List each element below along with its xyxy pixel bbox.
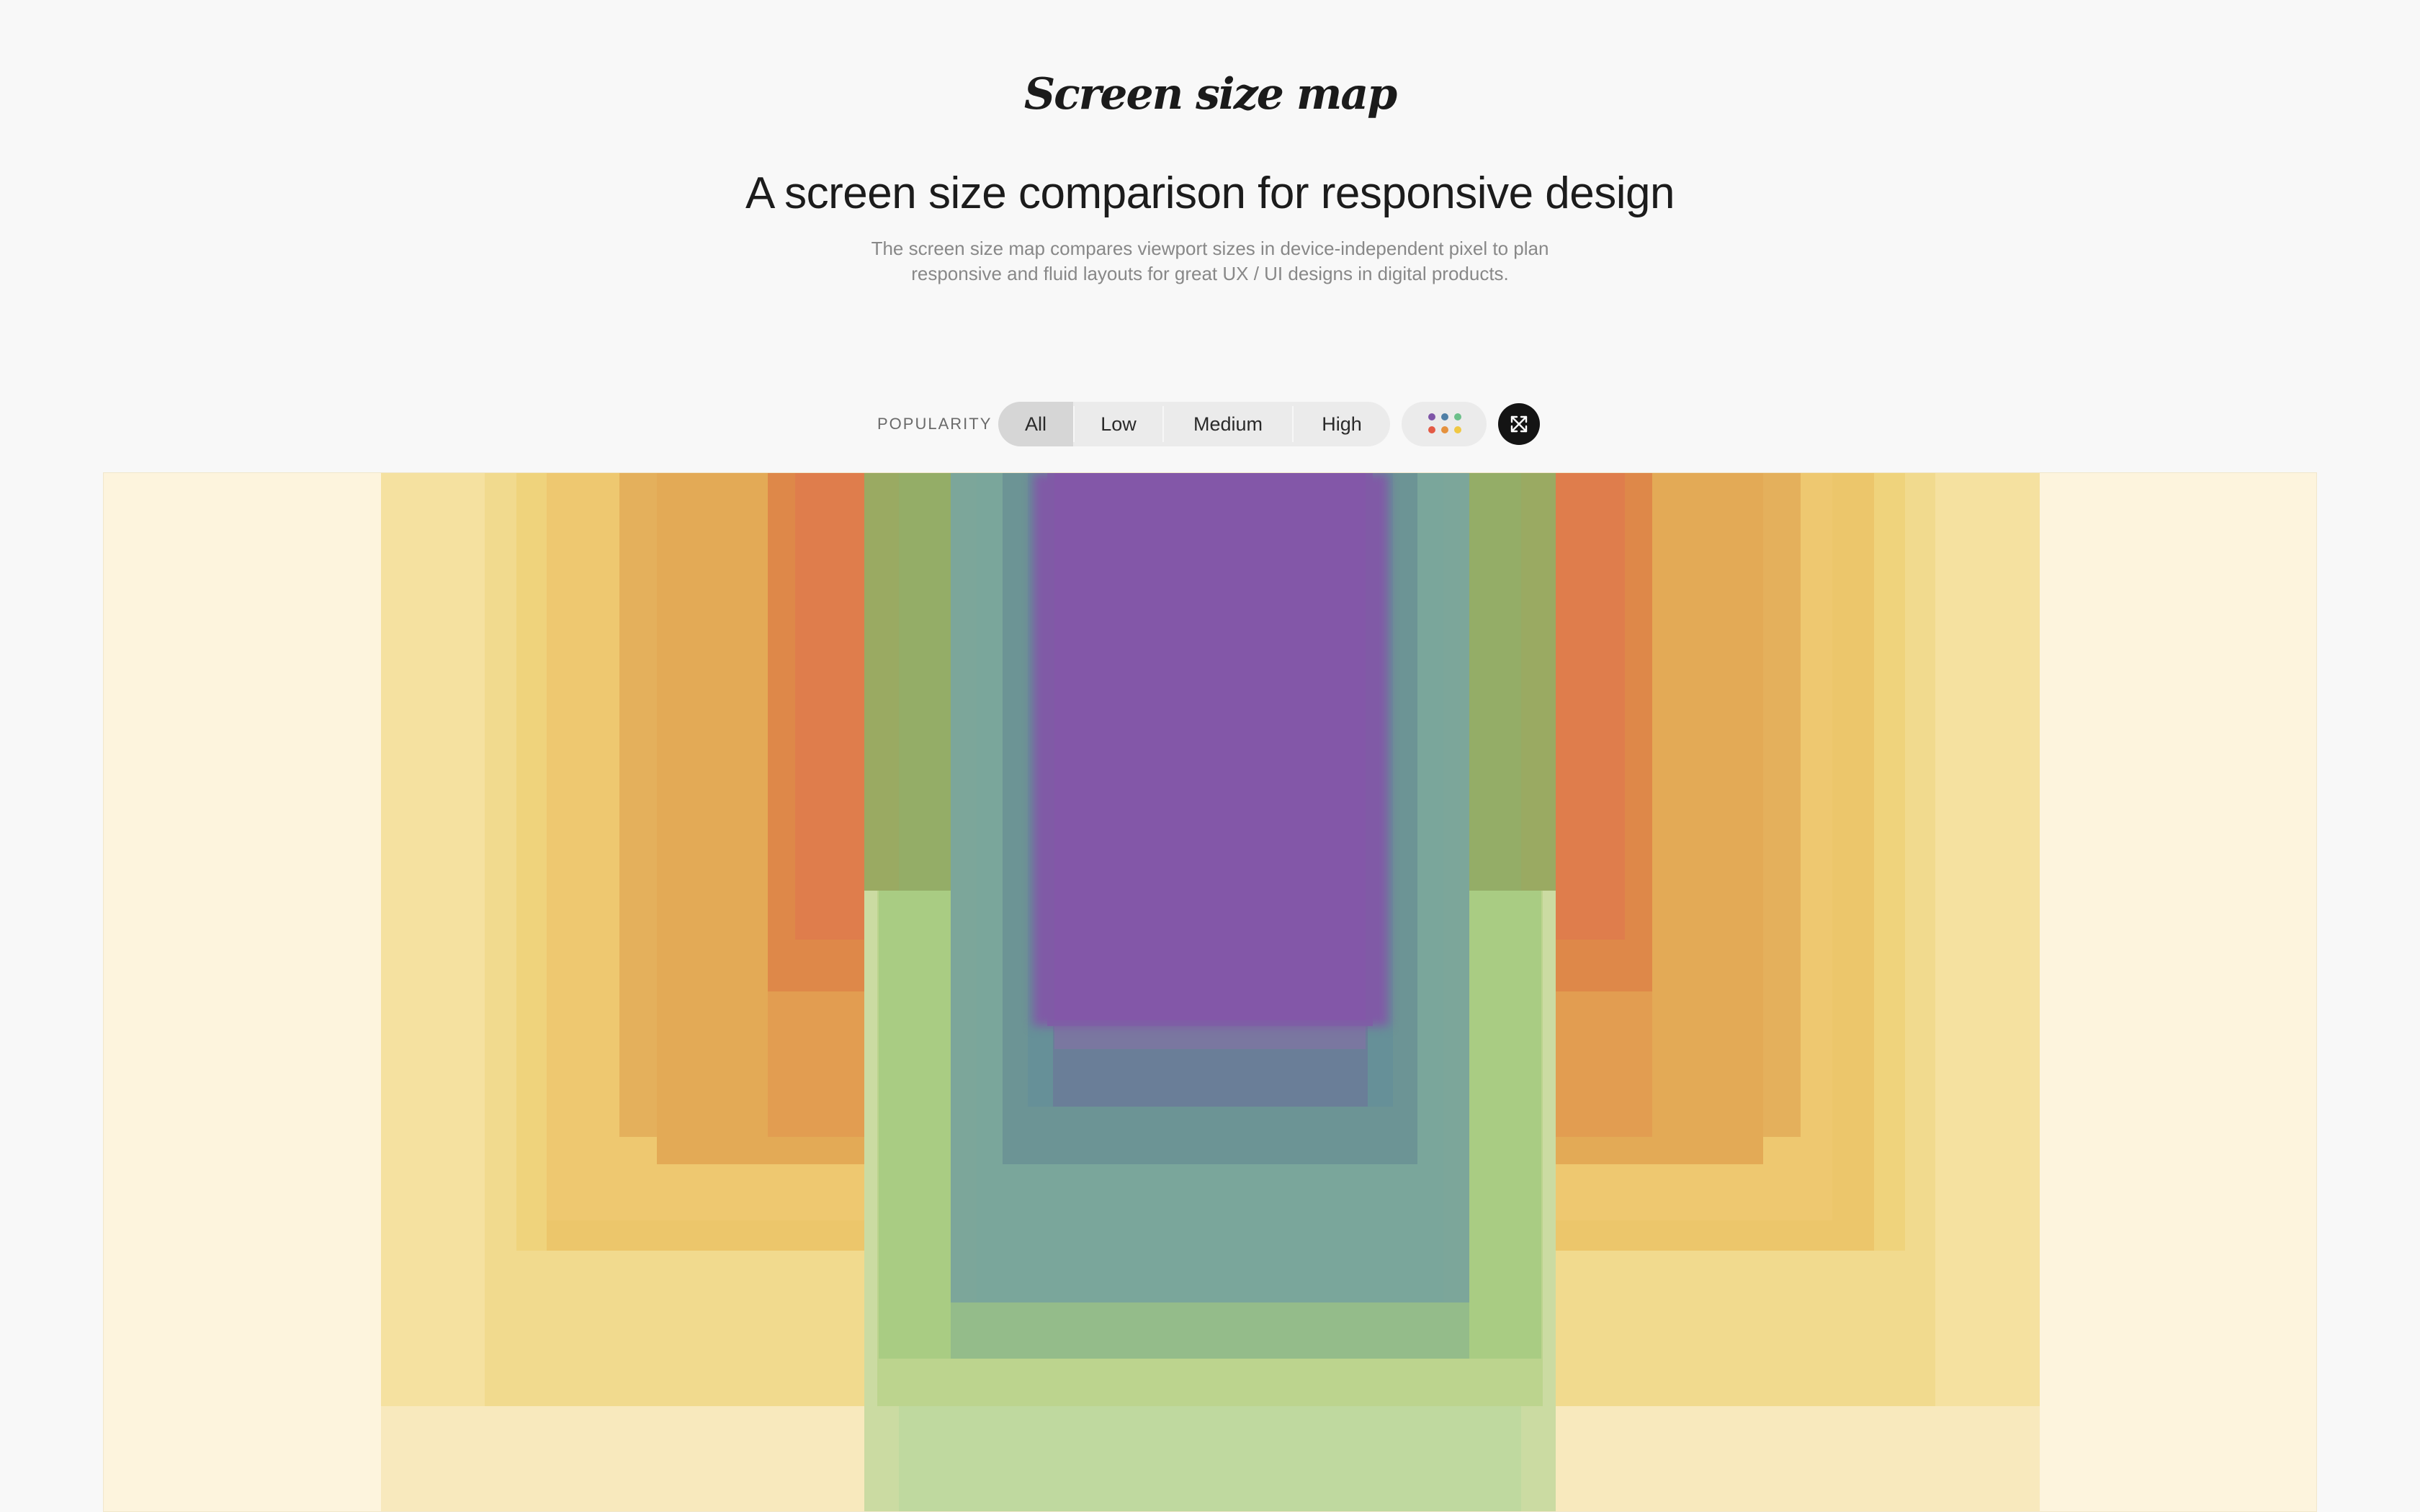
page-headline: A screen size comparison for responsive … [745, 168, 1675, 218]
color-dots-icon [1454, 413, 1461, 420]
expand-arrows-icon [1510, 415, 1528, 433]
color-dots-icon [1454, 426, 1461, 433]
screen-size-map [103, 472, 2317, 1512]
filter-all-button[interactable]: All [998, 402, 1073, 446]
description-line: responsive and fluid layouts for great U… [911, 263, 1509, 284]
color-mode-button[interactable] [1402, 402, 1487, 446]
filter-high-button[interactable]: High [1294, 402, 1390, 446]
color-dots-icon [1441, 426, 1448, 433]
map-controls: POPULARITY All Low Medium High [0, 402, 2420, 446]
color-dots-icon [1428, 426, 1435, 433]
color-dots-icon [1428, 413, 1435, 420]
popularity-label: POPULARITY [877, 415, 992, 433]
fullscreen-button[interactable] [1498, 403, 1540, 445]
site-logo[interactable]: Screen size map [0, 62, 2420, 127]
filter-medium-button[interactable]: Medium [1164, 402, 1292, 446]
description-line: The screen size map compares viewport si… [871, 238, 1549, 259]
viewport-rect [1054, 473, 1366, 1020]
page-description: The screen size map compares viewport si… [0, 236, 2420, 287]
filter-low-button[interactable]: Low [1075, 402, 1162, 446]
popularity-filter: All Low Medium High [998, 402, 1390, 446]
color-dots-icon [1441, 413, 1448, 420]
